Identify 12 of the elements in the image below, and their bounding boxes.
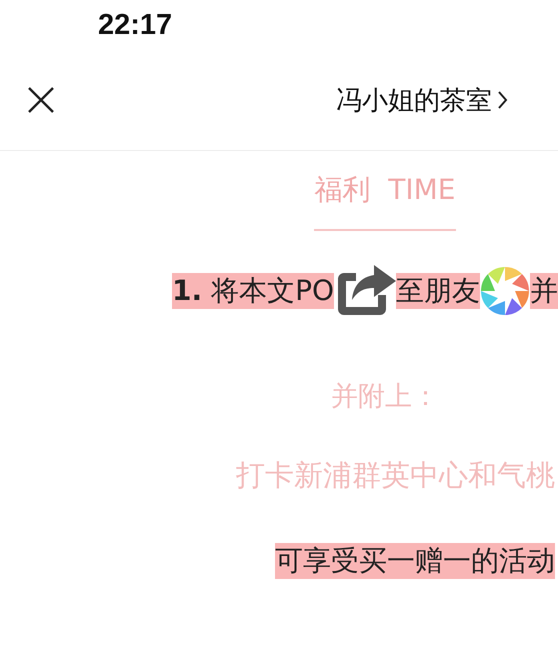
body-text: 并附上：	[331, 380, 439, 414]
close-icon[interactable]	[26, 85, 56, 115]
highlighted-text: 并	[530, 273, 558, 309]
account-title[interactable]: 冯小姐的茶室	[336, 82, 492, 118]
highlighted-text: 1. 将本文PO	[172, 273, 334, 309]
body-text: 打卡新浦群英中心和气桃	[236, 457, 555, 494]
highlighted-text: 可享受买一赠一的活动	[275, 543, 555, 579]
status-time: 22:17	[98, 8, 172, 42]
highlighted-text: 至朋友	[396, 273, 480, 309]
section-heading: 福利 TIME	[314, 171, 456, 231]
aperture-icon	[480, 266, 530, 316]
chevron-icon[interactable]	[498, 90, 508, 110]
